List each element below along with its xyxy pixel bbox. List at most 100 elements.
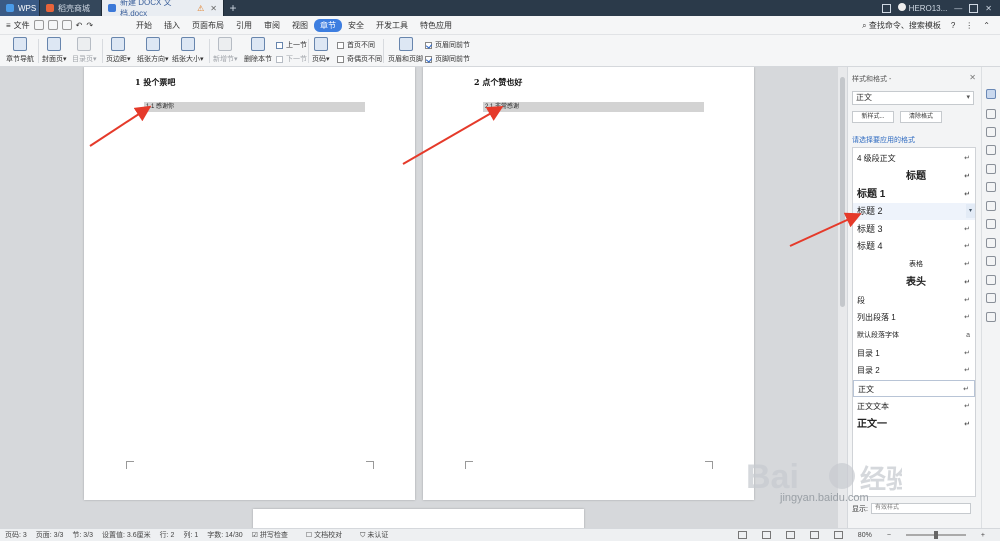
- print-icon[interactable]: [61, 20, 72, 30]
- history-icon[interactable]: [986, 293, 996, 303]
- save-icon[interactable]: [47, 20, 58, 30]
- image-icon[interactable]: [986, 256, 996, 266]
- next-section-button[interactable]: 下一节: [276, 54, 307, 64]
- clipboard-icon[interactable]: [986, 164, 996, 174]
- zoom-out-icon[interactable]: −: [887, 532, 891, 539]
- properties-icon[interactable]: [986, 145, 996, 155]
- page-number-button[interactable]: 页码▾: [312, 37, 330, 64]
- header-footer-button[interactable]: 页眉和页脚: [388, 37, 423, 64]
- menu-features[interactable]: 特色应用: [414, 19, 458, 32]
- panel-title[interactable]: 样式和格式 -: [852, 74, 891, 84]
- new-tab-button[interactable]: +: [224, 0, 242, 16]
- help-icon[interactable]: ?: [951, 21, 955, 30]
- orientation-button[interactable]: 纸张方向▾: [137, 37, 169, 64]
- delete-section-button[interactable]: 删除本节: [244, 37, 272, 64]
- style-item[interactable]: 段 ↵: [853, 292, 975, 309]
- add-section-button[interactable]: 新增节▾: [213, 37, 238, 64]
- style-item[interactable]: 列出段落 1 ↵: [853, 309, 975, 326]
- zoom-level[interactable]: 80%: [858, 532, 872, 539]
- help-icon[interactable]: [986, 312, 996, 322]
- maximize-icon[interactable]: [969, 3, 979, 13]
- user-menu[interactable]: HERO13...: [897, 3, 947, 13]
- heading-1-1[interactable]: 1.1 感谢你: [144, 102, 365, 112]
- web-view-icon[interactable]: [809, 531, 819, 539]
- new-doc-icon[interactable]: [33, 20, 44, 30]
- layout-icon[interactable]: [881, 3, 891, 13]
- current-style-select[interactable]: 正文 ▾: [852, 91, 974, 105]
- cover-page-button[interactable]: 封面页▾: [42, 37, 67, 64]
- style-item[interactable]: 默认段落字体 a: [853, 327, 975, 344]
- shapes-icon[interactable]: [986, 127, 996, 137]
- page-3[interactable]: [253, 509, 584, 528]
- read-mode-icon[interactable]: [761, 531, 771, 539]
- translate-icon[interactable]: [986, 219, 996, 229]
- clear-format-button[interactable]: 清除格式: [900, 111, 942, 123]
- status-page-number[interactable]: 页码: 3: [5, 530, 27, 540]
- fullscreen-icon[interactable]: [737, 531, 747, 539]
- footer-same-prev-checkbox[interactable]: 页脚同前节: [425, 54, 470, 64]
- style-item[interactable]: 目录 2 ↵: [853, 362, 975, 379]
- page-1[interactable]: 1 投个票吧 1.1 感谢你: [84, 67, 415, 500]
- star-icon[interactable]: [986, 182, 996, 192]
- style-item[interactable]: 标题 1 ↵: [853, 186, 975, 203]
- style-item[interactable]: 表头 ↵: [853, 274, 975, 291]
- tab-wps[interactable]: WPS: [0, 0, 40, 16]
- menu-security[interactable]: 安全: [342, 19, 370, 32]
- style-item-heading-2[interactable]: 标题 2 ▾: [853, 203, 975, 220]
- redo-icon[interactable]: ↷: [86, 21, 93, 30]
- outline-view-icon[interactable]: [833, 531, 843, 539]
- heading-2-1[interactable]: 2.1 非常感谢: [483, 102, 704, 112]
- zoom-in-icon[interactable]: +: [981, 532, 985, 539]
- backup-icon[interactable]: [986, 238, 996, 248]
- download-icon[interactable]: [986, 275, 996, 285]
- style-item-current[interactable]: 正文 ↵: [853, 380, 975, 397]
- new-style-button[interactable]: 新样式...: [852, 111, 894, 123]
- menu-insert[interactable]: 插入: [158, 19, 186, 32]
- spell-check-button[interactable]: ☑ 拼写检查: [252, 530, 297, 540]
- share-icon[interactable]: [986, 201, 996, 211]
- menu-developer[interactable]: 开发工具: [370, 19, 414, 32]
- tab-document[interactable]: 新建 DOCX 文档.docx ⚠ ✕: [102, 0, 224, 18]
- undo-icon[interactable]: ↶: [76, 21, 83, 30]
- header-same-prev-checkbox[interactable]: 页眉同前节: [425, 40, 470, 50]
- document-workspace[interactable]: 1 投个票吧 1.1 感谢你 2 点个赞也好 2.1 非常感谢: [0, 67, 838, 528]
- chevron-down-icon[interactable]: ▾: [966, 204, 975, 218]
- style-item[interactable]: 标题 4 ↵: [853, 238, 975, 255]
- style-item[interactable]: 标题 3 ↵: [853, 221, 975, 238]
- proofread-button[interactable]: ☐ 文档校对: [306, 530, 351, 540]
- close-tab-icon[interactable]: ✕: [210, 4, 217, 13]
- scrollbar-thumb[interactable]: [840, 77, 845, 307]
- page-view-icon[interactable]: [785, 531, 795, 539]
- style-item[interactable]: 标题 ↵: [853, 168, 975, 185]
- menu-page-layout[interactable]: 页面布局: [186, 19, 230, 32]
- zoom-slider[interactable]: [905, 531, 966, 539]
- menu-chapter[interactable]: 章节: [314, 18, 342, 32]
- menu-view[interactable]: 视图: [286, 19, 314, 32]
- style-item[interactable]: 4 级段正文 ↵: [853, 150, 975, 167]
- auth-status[interactable]: ⛉ 未认证: [360, 530, 397, 540]
- menu-review[interactable]: 审阅: [258, 19, 286, 32]
- menu-references[interactable]: 引用: [230, 19, 258, 32]
- file-menu[interactable]: ≡ 文件: [6, 20, 30, 31]
- paper-size-button[interactable]: 纸张大小▾: [172, 37, 204, 64]
- tab-docer[interactable]: 稻壳商城: [40, 0, 102, 16]
- toc-page-button[interactable]: 目录页▾: [72, 37, 97, 64]
- collapse-ribbon-icon[interactable]: ⌃: [983, 21, 990, 30]
- page-2[interactable]: 2 点个赞也好 2.1 非常感谢: [423, 67, 754, 500]
- margins-button[interactable]: 页边距▾: [106, 37, 131, 64]
- minimize-icon[interactable]: —: [954, 4, 962, 13]
- menu-home[interactable]: 开始: [130, 19, 158, 32]
- close-icon[interactable]: ✕: [969, 73, 976, 82]
- chapter-nav-button[interactable]: 章节导航: [6, 37, 34, 64]
- select-icon[interactable]: [986, 109, 996, 119]
- status-word-count[interactable]: 字数: 14/30: [207, 530, 242, 540]
- vertical-scrollbar[interactable]: [838, 67, 847, 528]
- more-icon[interactable]: ⋮: [965, 21, 973, 30]
- styles-pane-icon[interactable]: [986, 89, 996, 99]
- odd-even-diff-checkbox[interactable]: 奇偶页不同: [337, 54, 382, 64]
- command-search[interactable]: ⌕ 查找命令、搜索模板: [862, 20, 941, 31]
- style-item[interactable]: 正文一 ↵: [853, 416, 975, 433]
- style-item[interactable]: 目录 1 ↵: [853, 345, 975, 362]
- show-select[interactable]: 有效样式: [870, 503, 971, 514]
- first-page-diff-checkbox[interactable]: 首页不同: [337, 40, 375, 50]
